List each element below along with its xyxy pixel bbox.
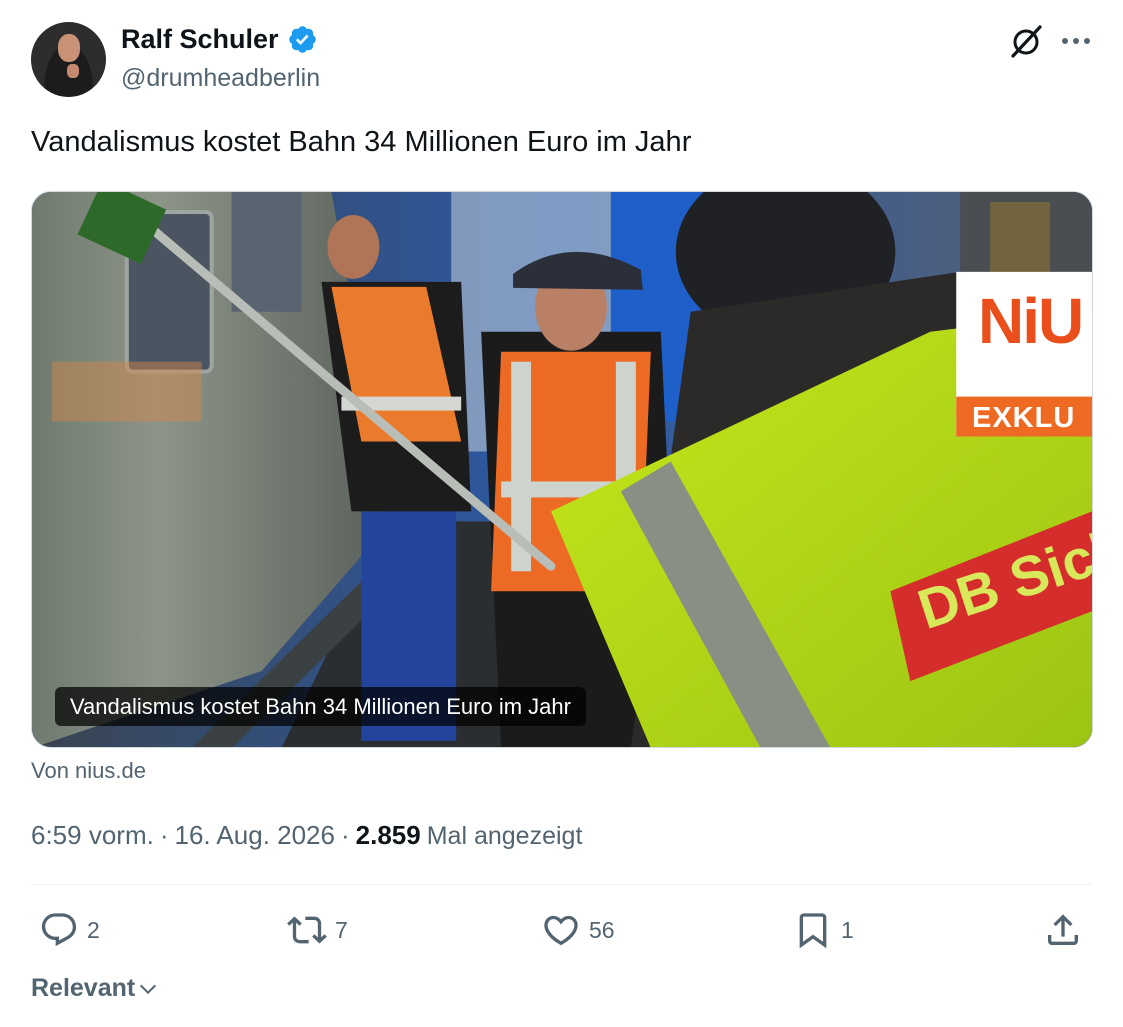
tweet-meta: 6:59 vorm. · 16. Aug. 2026 · 2.859 Mal a… <box>31 820 582 851</box>
bookmark-icon <box>799 913 827 949</box>
share-icon <box>1048 914 1078 945</box>
reply-button[interactable]: 2 <box>39 905 100 955</box>
nius-logo: NiU <box>978 285 1084 357</box>
like-icon <box>544 915 578 946</box>
avatar-hand <box>67 64 79 78</box>
like-button[interactable]: 56 <box>541 905 615 955</box>
view-label: Mal angezeigt <box>426 822 583 850</box>
divider <box>31 884 1093 885</box>
card-image <box>32 192 1092 747</box>
bookmark-button[interactable]: 1 <box>793 905 854 955</box>
action-bar: 2 7 56 1 <box>31 905 1093 955</box>
author-avatar[interactable] <box>31 22 106 97</box>
repost-icon <box>287 916 327 944</box>
like-count: 56 <box>589 916 615 943</box>
chevron-down-icon <box>140 984 157 994</box>
tweet-time[interactable]: 6:59 vorm. <box>31 820 154 851</box>
card-caption: Vandalismus kostet Bahn 34 Millionen Eur… <box>55 687 586 726</box>
more-icon[interactable] <box>1058 28 1094 54</box>
link-card[interactable]: NiU EXKLU DB Sich Vandalismus kostet Bah… <box>31 191 1093 748</box>
repost-button[interactable]: 7 <box>287 905 348 955</box>
bookmark-count: 1 <box>841 916 854 943</box>
view-count: 2.859 <box>355 820 421 850</box>
sort-dropdown[interactable]: Relevant <box>31 974 159 1003</box>
tweet-date[interactable]: 16. Aug. 2026 <box>175 820 335 851</box>
verified-badge-icon[interactable] <box>287 24 318 55</box>
author-name[interactable]: Ralf Schuler <box>121 24 279 55</box>
author-name-row: Ralf Schuler <box>121 24 318 55</box>
meta-separator: · <box>340 820 350 850</box>
share-button[interactable] <box>1043 905 1083 955</box>
repost-count: 7 <box>335 916 348 943</box>
avatar-face <box>58 34 80 62</box>
meta-separator: · <box>159 820 169 850</box>
reply-count: 2 <box>87 916 100 943</box>
reply-icon <box>41 913 77 947</box>
sort-label: Relevant <box>31 974 136 1002</box>
author-handle[interactable]: @drumheadberlin <box>121 64 320 93</box>
tweet-text: Vandalismus kostet Bahn 34 Millionen Eur… <box>31 126 692 158</box>
grok-icon[interactable] <box>1007 22 1045 60</box>
exclusive-banner: EXKLU <box>972 402 1076 434</box>
link-source[interactable]: Von nius.de <box>31 758 146 784</box>
